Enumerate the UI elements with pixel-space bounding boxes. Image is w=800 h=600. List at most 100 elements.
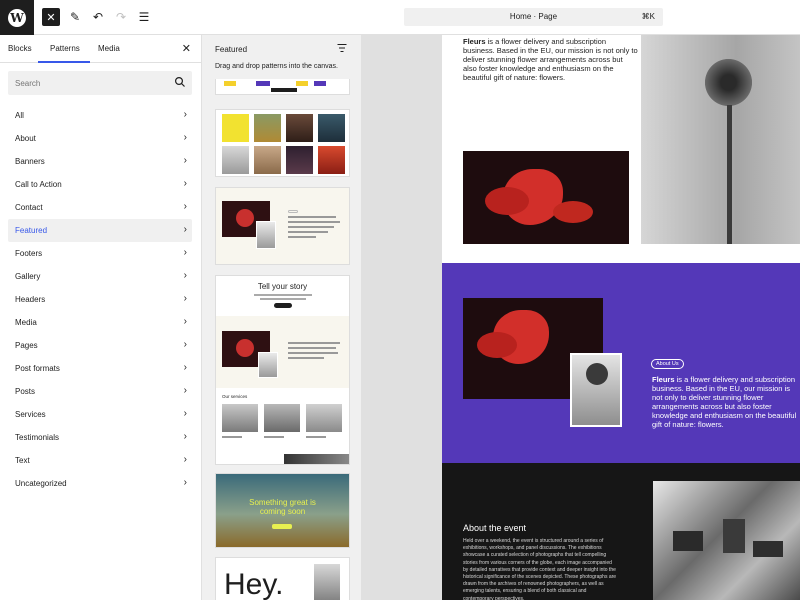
category-posts[interactable]: Posts › <box>8 380 192 403</box>
category-call-to-action[interactable]: Call to Action › <box>8 173 192 196</box>
pattern-thumb-service <box>306 404 342 432</box>
tab-blocks[interactable]: Blocks <box>8 44 32 53</box>
pattern-thumb-line <box>260 298 306 300</box>
page-document: Fleurs is a flower delivery and subscrip… <box>442 35 800 600</box>
category-testimonials[interactable]: Testimonials › <box>8 426 192 449</box>
pattern-thumb-yellow <box>222 114 249 142</box>
pattern-thumb-service <box>264 404 300 432</box>
pattern-story-title: Tell your story <box>257 282 308 291</box>
pattern-previews-column: Featured Drag and drop patterns into the… <box>202 35 362 600</box>
chevron-right-icon: › <box>183 362 187 373</box>
category-services[interactable]: Services › <box>8 403 192 426</box>
category-featured[interactable]: Featured › <box>8 219 192 242</box>
chevron-right-icon: › <box>183 155 187 166</box>
undo-icon: ↶ <box>92 10 104 24</box>
pattern-card-image-grid[interactable] <box>215 109 350 177</box>
command-palette-bar[interactable]: Home · Page ⌘K <box>404 8 663 26</box>
tools-button[interactable]: ✎ <box>66 8 84 26</box>
category-label: Services <box>15 410 46 419</box>
bw-flower-image <box>641 35 800 244</box>
search-icon <box>174 76 185 87</box>
category-contact[interactable]: Contact › <box>8 196 192 219</box>
pattern-card-tell-your-story[interactable]: Tell your story Our services <box>215 275 350 465</box>
pattern-thumb-line <box>288 221 340 223</box>
about-us-badge: About Us <box>651 359 684 369</box>
wordpress-logo-button[interactable]: W <box>0 0 34 35</box>
category-label: Posts <box>15 387 36 396</box>
active-tab-indicator <box>38 61 90 63</box>
close-inserter-button[interactable]: ✕ <box>42 8 60 26</box>
about-us-section[interactable]: About Us Fleurs is a flower delivery and… <box>442 263 800 463</box>
intro-section[interactable]: Fleurs is a flower delivery and subscrip… <box>442 35 800 263</box>
pattern-thumb-line <box>254 294 312 296</box>
category-post-formats[interactable]: Post formats › <box>8 357 192 380</box>
tab-media[interactable]: Media <box>98 44 120 53</box>
pattern-search-input[interactable]: Search <box>8 71 192 95</box>
pattern-thumb-statue <box>314 564 340 600</box>
category-label: Uncategorized <box>15 479 67 488</box>
document-overview-button[interactable]: ☰ <box>135 8 153 26</box>
pattern-thumb-line <box>288 236 316 238</box>
chevron-right-icon: › <box>183 247 187 258</box>
category-headers[interactable]: Headers › <box>8 288 192 311</box>
tab-patterns[interactable]: Patterns <box>50 44 80 53</box>
filter-icon[interactable] <box>337 43 347 53</box>
category-label: Banners <box>15 157 45 166</box>
pattern-thumb-line <box>288 226 334 228</box>
category-label: About <box>15 134 36 143</box>
category-label: Post formats <box>15 364 60 373</box>
pattern-card-coming-soon[interactable]: Something great is coming soon <box>215 473 350 548</box>
pattern-thumb-line <box>288 357 324 359</box>
chevron-right-icon: › <box>183 431 187 442</box>
chevron-right-icon: › <box>183 408 187 419</box>
pattern-thumb-temple <box>254 146 281 174</box>
category-all[interactable]: All › <box>8 104 192 127</box>
chevron-right-icon: › <box>183 270 187 281</box>
pattern-thumb-red <box>318 146 345 174</box>
pattern-card-color-strip[interactable] <box>215 79 350 95</box>
top-toolbar: W ✕ ✎ ↶ ↷ ☰ Home · Page ⌘K <box>0 0 800 35</box>
category-label: Testimonials <box>15 433 60 442</box>
category-label: Featured <box>15 226 48 235</box>
chevron-right-icon: › <box>183 316 187 327</box>
pattern-thumb <box>314 81 326 86</box>
pattern-thumb <box>256 81 270 86</box>
category-about[interactable]: About › <box>8 127 192 150</box>
bw-flower-image <box>570 353 622 427</box>
undo-button[interactable]: ↶ <box>89 8 107 26</box>
category-pages[interactable]: Pages › <box>8 334 192 357</box>
red-flower-image <box>463 151 629 244</box>
event-section[interactable]: About the event Held over a weekend, the… <box>442 463 800 600</box>
close-panel-icon[interactable]: ✕ <box>182 42 191 55</box>
pattern-thumb-line <box>288 216 336 218</box>
chevron-right-icon: › <box>183 201 187 212</box>
search-placeholder: Search <box>15 79 41 88</box>
category-media[interactable]: Media › <box>8 311 192 334</box>
chevron-right-icon: › <box>183 293 187 304</box>
command-shortcut: ⌘K <box>641 12 655 21</box>
pen-icon: ✎ <box>69 10 81 24</box>
category-footers[interactable]: Footers › <box>8 242 192 265</box>
category-gallery[interactable]: Gallery › <box>8 265 192 288</box>
chevron-right-icon: › <box>183 178 187 189</box>
pattern-hey-text: Hey. <box>224 568 284 600</box>
category-label: Text <box>15 456 30 465</box>
category-uncategorized[interactable]: Uncategorized › <box>8 472 192 495</box>
pattern-card-flower-feature[interactable] <box>215 187 350 265</box>
redo-button[interactable]: ↷ <box>112 8 130 26</box>
chevron-right-icon: › <box>183 132 187 143</box>
event-heading: About the event <box>463 523 527 533</box>
intro-paragraph: Fleurs is a flower delivery and subscrip… <box>463 37 638 82</box>
pattern-thumb-line <box>264 436 284 438</box>
category-banners[interactable]: Banners › <box>8 150 192 173</box>
category-text[interactable]: Text › <box>8 449 192 472</box>
editor-canvas[interactable]: Fleurs is a flower delivery and subscrip… <box>362 35 800 600</box>
wordpress-logo-icon: W <box>8 8 26 27</box>
pattern-thumb <box>296 81 308 86</box>
pattern-thumb-portrait <box>286 114 313 142</box>
pattern-card-hey[interactable]: Hey. <box>215 557 350 600</box>
list-view-icon: ☰ <box>138 10 150 24</box>
redo-icon: ↷ <box>115 10 127 24</box>
category-label: Call to Action <box>15 180 62 189</box>
pattern-thumb-line <box>222 436 242 438</box>
